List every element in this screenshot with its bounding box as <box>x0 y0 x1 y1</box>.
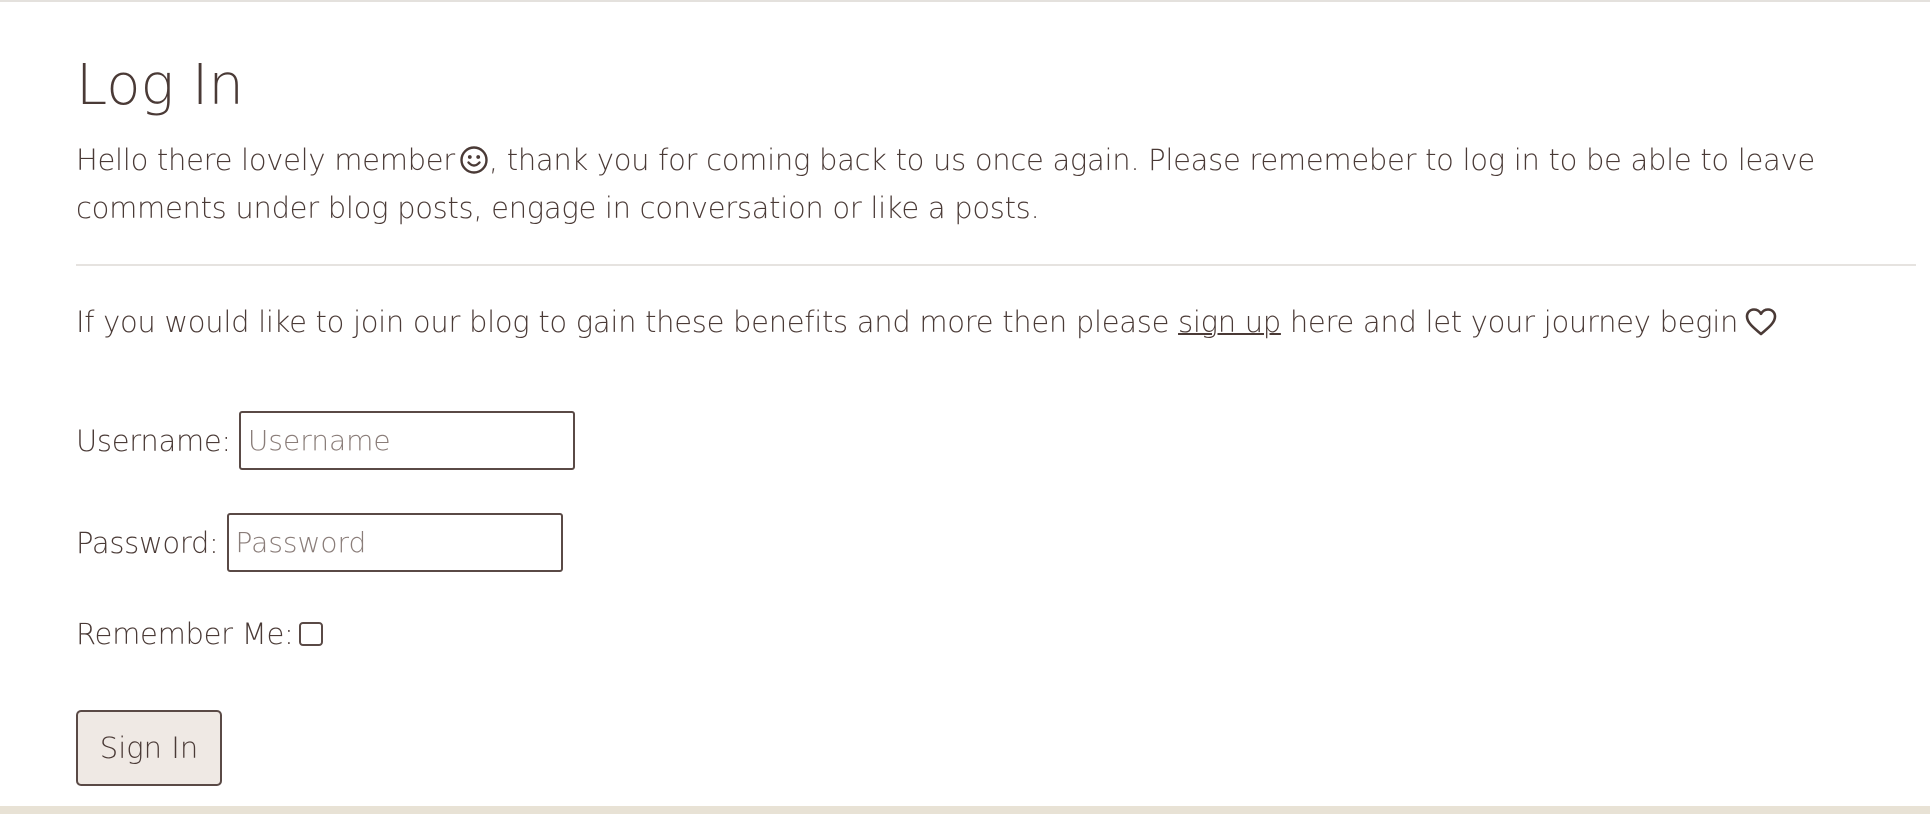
signup-prompt-suffix: here and let your journey begin <box>1280 305 1739 339</box>
intro-text-part1: Hello there lovely member <box>76 143 455 177</box>
remember-me-label: Remember Me: <box>76 617 294 651</box>
password-row: Password: <box>76 513 563 572</box>
heart-outline-icon <box>1744 303 1778 336</box>
remember-me-row: Remember Me: <box>76 617 324 651</box>
signup-prompt: If you would like to join our blog to ga… <box>76 298 1778 346</box>
section-divider <box>76 264 1916 266</box>
username-input[interactable] <box>238 411 575 470</box>
footer-band <box>0 806 1930 814</box>
top-border <box>0 0 1930 2</box>
password-input[interactable] <box>226 513 563 572</box>
username-label: Username: <box>76 423 231 458</box>
username-row: Username: <box>76 411 575 470</box>
signup-prompt-prefix: If you would like to join our blog to ga… <box>76 305 1179 339</box>
page-title: Log In <box>76 53 244 118</box>
sign-in-button[interactable]: Sign In <box>76 710 222 786</box>
smiley-face-icon <box>459 141 489 174</box>
remember-me-checkbox[interactable] <box>299 622 324 646</box>
intro-text: Hello there lovely member, thank you for… <box>76 136 1916 232</box>
sign-up-link[interactable]: sign up <box>1178 305 1281 339</box>
password-label: Password: <box>76 525 219 560</box>
